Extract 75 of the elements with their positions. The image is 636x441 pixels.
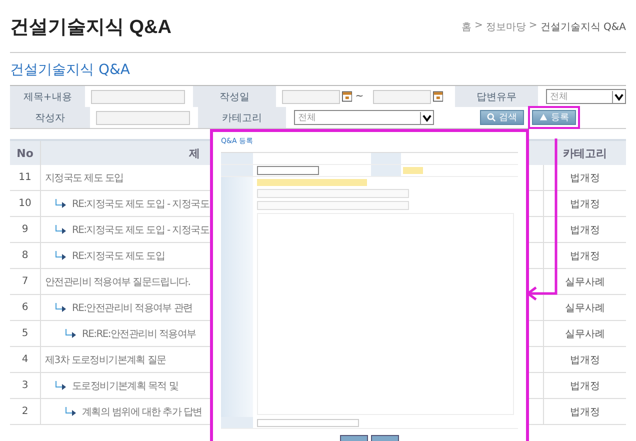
reply-arrow-icon	[55, 250, 67, 260]
dropdown-chevron-icon	[420, 112, 433, 124]
category-select[interactable]: 전체	[294, 110, 434, 125]
calendar-icon[interactable]	[432, 91, 444, 102]
form-label: 카테고리	[198, 107, 286, 128]
table-cell: 5	[10, 321, 41, 346]
breadcrumb-link[interactable]: 홈	[462, 20, 472, 34]
register-button[interactable]: 등록	[532, 110, 576, 125]
table-cell: 법개정	[543, 373, 626, 398]
form-label: 작성일	[193, 86, 276, 107]
column-header: 카테고리	[562, 146, 608, 162]
post-title-link[interactable]: RE:지정국도 제도 도입 - 지정국도	[72, 222, 209, 236]
input-field[interactable]	[91, 90, 186, 104]
post-title-link[interactable]: 안전관리비 적용여부 질문드립니다.	[45, 274, 190, 288]
post-title-link[interactable]: RE:지정국도 제도 도입 - 지정국도	[72, 196, 209, 210]
post-title-link[interactable]: RE:RE:안전관리비 적용여부	[82, 326, 196, 340]
reply-arrow-icon	[65, 328, 77, 338]
reply-arrow-icon	[55, 198, 67, 208]
table-cell: 8	[10, 243, 41, 268]
reply-arrow-icon	[65, 406, 77, 416]
reply-arrow-icon	[55, 224, 67, 234]
section-title: 건설기술지식 Q&A	[10, 61, 131, 79]
table-cell: 10	[10, 191, 41, 216]
table-cell: 3	[10, 373, 41, 398]
post-title-link[interactable]: RE:안전관리비 적용여부 관련	[72, 300, 192, 314]
table-cell: 실무사례	[543, 321, 626, 346]
date-field[interactable]	[372, 90, 431, 104]
input-field[interactable]	[96, 110, 190, 124]
breadcrumb-separator: >	[474, 20, 483, 33]
dropdown-field[interactable]	[257, 166, 319, 175]
table-cell: 법개정	[543, 243, 626, 268]
breadcrumb-link[interactable]: 건설기술지식 Q&A	[540, 20, 626, 34]
breadcrumb-separator: >	[528, 20, 538, 33]
table-cell: 법개정	[543, 191, 626, 216]
reply-arrow-icon	[55, 380, 67, 390]
dialog-button[interactable]	[340, 435, 368, 441]
subject-field[interactable]	[257, 179, 367, 186]
page-title: 건설기술지식 Q&A	[10, 16, 172, 40]
reply-arrow-icon	[55, 302, 67, 312]
editor-toolbar[interactable]	[257, 189, 409, 198]
triangle-icon	[539, 113, 548, 122]
table-cell: 2	[10, 399, 41, 424]
table-cell: 법개정	[543, 165, 626, 190]
form-label: 작성자	[10, 107, 90, 128]
post-title-link[interactable]: 계획의 범위에 대한 추가 답변	[82, 404, 202, 418]
file-field[interactable]	[257, 418, 359, 426]
column-header: No	[10, 141, 41, 165]
post-title-link[interactable]: RE:지정국도 제도 도입	[72, 248, 165, 262]
table-cell: 9	[10, 217, 41, 242]
calendar-icon[interactable]	[342, 91, 352, 102]
table-cell: 실무사례	[543, 269, 626, 294]
search-icon	[487, 113, 496, 122]
editor-toolbar[interactable]	[257, 201, 409, 210]
date-field[interactable]	[282, 90, 340, 104]
column-header: 제	[189, 146, 200, 160]
dialog-button[interactable]	[371, 435, 399, 441]
form-label: 답변유무	[455, 86, 538, 107]
post-title-link[interactable]: 도로정비기본계획 목적 및	[72, 378, 178, 392]
input-field[interactable]	[402, 167, 422, 174]
search-button[interactable]: 검색	[480, 110, 524, 125]
post-title-link[interactable]: 지정국도 제도 도입	[45, 170, 124, 184]
table-cell: 4	[10, 347, 41, 372]
answer-select[interactable]: 전체	[546, 89, 626, 104]
breadcrumb-link[interactable]: 정보마당	[486, 20, 526, 34]
table-cell: 법개정	[543, 217, 626, 242]
range-separator: ~	[355, 91, 364, 102]
table-cell: 법개정	[543, 347, 626, 372]
table-cell: 실무사례	[543, 295, 626, 320]
dropdown-chevron-icon	[612, 90, 625, 102]
table-cell: 11	[10, 165, 41, 190]
table-cell: 7	[10, 269, 41, 294]
table-cell: 6	[10, 295, 41, 320]
table-cell: 법개정	[543, 399, 626, 424]
form-label: 제목+내용	[10, 86, 86, 107]
post-title-link[interactable]: 제3차 도로정비기본계획 질문	[45, 352, 166, 366]
